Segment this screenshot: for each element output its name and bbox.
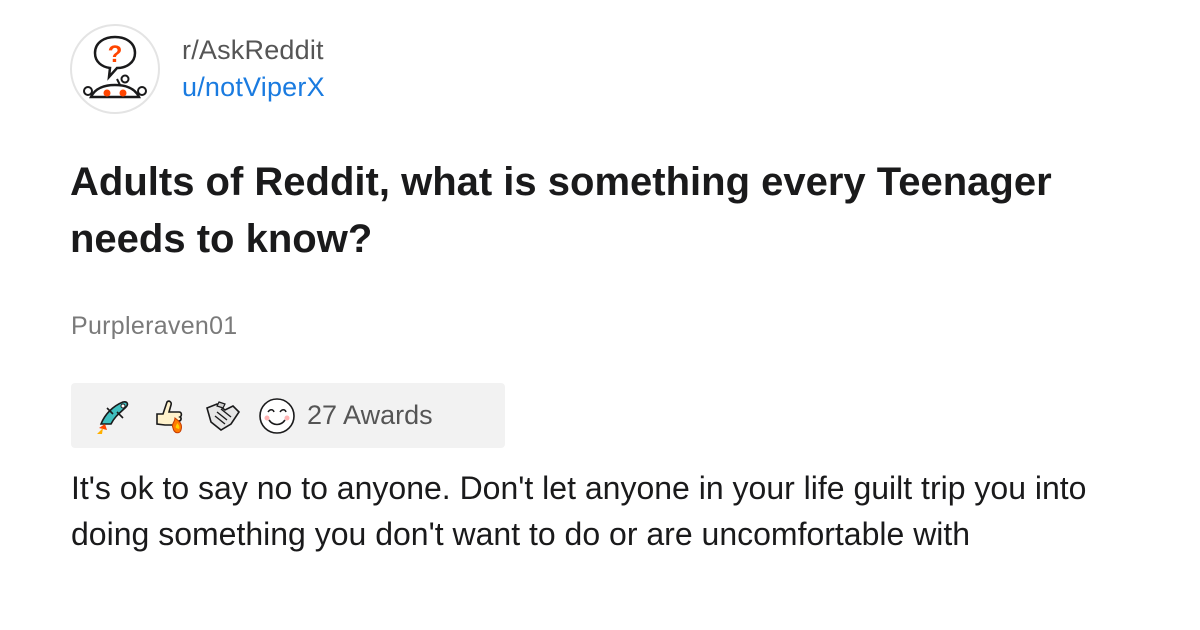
askreddit-snoo-icon: ?: [83, 35, 147, 99]
awards-count: 27 Awards: [307, 400, 433, 430]
comment-username[interactable]: Purpleraven01: [71, 312, 238, 341]
post-header: ? r/AskReddit u/notViperX: [70, 24, 325, 114]
handshake-award-icon: [201, 394, 245, 438]
post-author-link[interactable]: u/notViperX: [182, 68, 325, 106]
thumbs-up-fire-award-icon: [147, 394, 191, 438]
comment-body: It's ok to say no to anyone. Don't let a…: [71, 470, 1087, 552]
subreddit-name[interactable]: r/AskReddit: [182, 32, 325, 68]
post-title[interactable]: Adults of Reddit, what is something ever…: [70, 154, 1150, 268]
wholesome-face-award-icon: [255, 394, 299, 438]
awards-bar[interactable]: 27 Awards: [71, 383, 505, 448]
subreddit-avatar[interactable]: ?: [70, 24, 160, 114]
reddit-post-card: ? r/AskReddit u/notViperX Adults of Redd…: [0, 0, 1200, 630]
rocket-hand-award-icon: [93, 394, 137, 438]
post-meta: r/AskReddit u/notViperX: [182, 32, 325, 106]
svg-text:?: ?: [108, 41, 123, 68]
